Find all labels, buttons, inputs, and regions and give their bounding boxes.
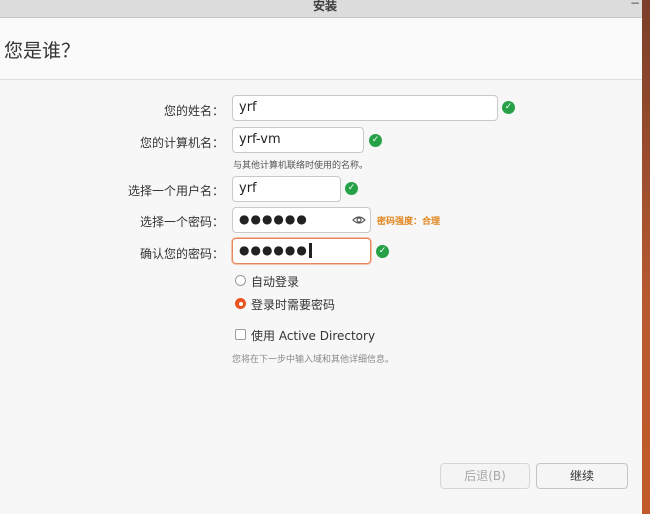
confirm-password-mask: ●●●●●●: [239, 243, 308, 257]
page-header: 您是谁？: [0, 18, 642, 80]
active-directory-note: 您将在下一步中输入域和其他详细信息。: [232, 355, 395, 365]
computer-name-hint: 与其他计算机联络时使用的名称。: [233, 161, 369, 171]
title-bar: 安装 −: [0, 0, 650, 18]
password-input[interactable]: ●●●●●●: [232, 207, 371, 233]
continue-button[interactable]: 继续: [536, 463, 628, 489]
eye-icon[interactable]: [352, 215, 366, 225]
name-input[interactable]: yrf: [232, 95, 498, 121]
computer-name-input[interactable]: yrf-vm: [232, 127, 364, 153]
check-icon: ✓: [502, 101, 515, 114]
page-title: 您是谁？: [4, 40, 81, 62]
active-directory-checkbox[interactable]: [235, 329, 246, 340]
computer-name-label: 您的计算机名：: [139, 136, 224, 150]
username-label: 选择一个用户名：: [127, 184, 224, 198]
require-password-label[interactable]: 登录时需要密码: [251, 296, 335, 313]
back-button[interactable]: 后退(B): [440, 463, 530, 489]
confirm-password-input[interactable]: ●●●●●●: [232, 238, 371, 264]
check-icon: ✓: [345, 182, 358, 195]
username-input[interactable]: yrf: [232, 176, 341, 202]
password-strength: 密码强度：合理: [377, 217, 441, 227]
auto-login-label[interactable]: 自动登录: [251, 273, 299, 290]
confirm-password-label: 确认您的密码：: [139, 247, 224, 261]
window-title: 安装: [312, 0, 337, 13]
text-cursor: [308, 243, 312, 258]
require-password-radio[interactable]: [235, 298, 246, 309]
check-icon: ✓: [369, 134, 382, 147]
name-label: 您的姓名：: [163, 104, 224, 118]
password-label: 选择一个密码：: [139, 215, 224, 229]
password-mask: ●●●●●●: [239, 212, 308, 226]
active-directory-label[interactable]: 使用 Active Directory: [251, 327, 375, 344]
auto-login-radio[interactable]: [235, 275, 246, 286]
form-area: 您的姓名： yrf ✓ 您的计算机名： yrf-vm ✓ 与其他计算机联络时使用…: [0, 80, 642, 514]
check-icon: ✓: [376, 245, 389, 258]
desktop-background-edge: [642, 0, 650, 514]
